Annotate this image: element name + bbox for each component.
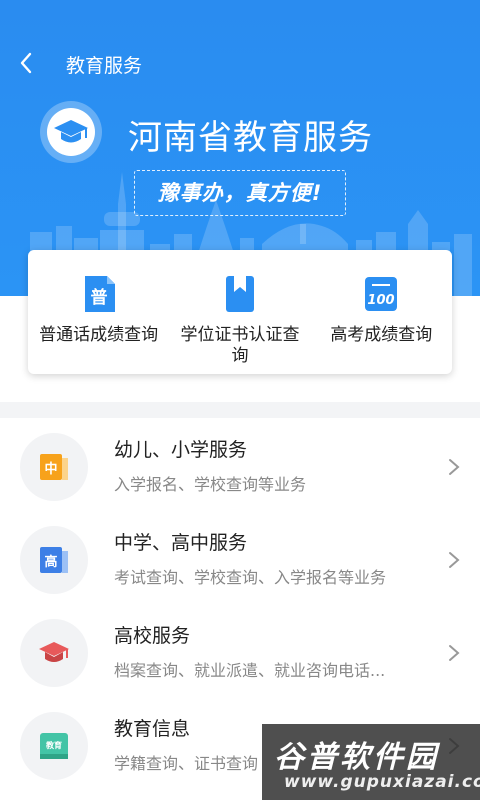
section-divider — [0, 402, 480, 418]
service-title: 高校服务 — [114, 625, 191, 647]
service-item-kindergarten-primary[interactable]: 中 幼儿、小学服务 入学报名、学校查询等业务 — [0, 421, 480, 514]
putonghua-score-query-button[interactable]: 普 普通话成绩查询 — [28, 250, 169, 374]
icon-circle: 教育 — [20, 712, 88, 780]
site-watermark: 谷普软件园 www.gupuxiazai.com — [262, 724, 480, 800]
bookmark-certificate-icon — [225, 276, 254, 312]
high-school-icon: 高 — [40, 547, 68, 573]
page-title: 教育服务 — [66, 55, 143, 77]
service-subtitle: 入学报名、学校查询等业务 — [114, 475, 307, 494]
graduation-cap-icon — [39, 642, 69, 662]
icon-circle: 高 — [20, 526, 88, 594]
back-button[interactable] — [14, 50, 40, 76]
education-info-book-icon: 教育 — [40, 733, 68, 759]
gaokao-score-query-button[interactable]: 100 高考成绩查询 — [311, 250, 452, 374]
degree-certificate-query-button[interactable]: 学位证书认证查询 — [169, 250, 310, 374]
svg-text:100: 100 — [368, 293, 395, 308]
quick-link-label: 高考成绩查询 — [330, 325, 433, 345]
service-item-middle-high-school[interactable]: 高 中学、高中服务 考试查询、学校查询、入学报名等业务 — [0, 514, 480, 607]
svg-text:普: 普 — [90, 287, 107, 308]
primary-school-icon: 中 — [40, 454, 68, 480]
chevron-right-icon — [449, 459, 460, 475]
watermark-url: www.gupuxiazai.com — [284, 772, 480, 792]
svg-text:高: 高 — [44, 554, 57, 570]
service-title: 教育信息 — [114, 718, 191, 740]
svg-text:中: 中 — [44, 461, 57, 477]
graduation-cap-emblem-icon — [40, 101, 102, 163]
quick-query-card: 普 普通话成绩查询 学位证书认证查询 100 高考成绩查询 — [28, 250, 452, 374]
service-subtitle: 学籍查询、证书查询 — [114, 754, 259, 773]
nav-bar: 教育服务 — [0, 40, 480, 84]
service-subtitle: 考试查询、学校查询、入学报名等业务 — [114, 568, 387, 587]
svg-text:教育: 教育 — [45, 740, 62, 750]
service-title: 幼儿、小学服务 — [114, 439, 248, 461]
quick-link-label: 学位证书认证查询 — [180, 325, 300, 366]
putonghua-doc-icon: 普 — [84, 276, 115, 312]
icon-circle: 中 — [20, 433, 88, 501]
service-subtitle: 档案查询、就业派遣、就业咨询电话... — [114, 661, 386, 680]
slogan-banner: 豫事办，真方便! — [134, 170, 346, 216]
score-100-icon: 100 — [365, 277, 398, 311]
icon-circle — [20, 619, 88, 687]
watermark-title: 谷普软件园 — [274, 740, 439, 775]
service-item-university[interactable]: 高校服务 档案查询、就业派遣、就业咨询电话... — [0, 607, 480, 700]
hero-title: 河南省教育服务 — [128, 118, 373, 158]
quick-link-label: 普通话成绩查询 — [39, 325, 159, 345]
chevron-right-icon — [449, 645, 460, 661]
chevron-right-icon — [449, 552, 460, 568]
chevron-left-icon — [20, 52, 32, 74]
service-title: 中学、高中服务 — [114, 532, 248, 554]
